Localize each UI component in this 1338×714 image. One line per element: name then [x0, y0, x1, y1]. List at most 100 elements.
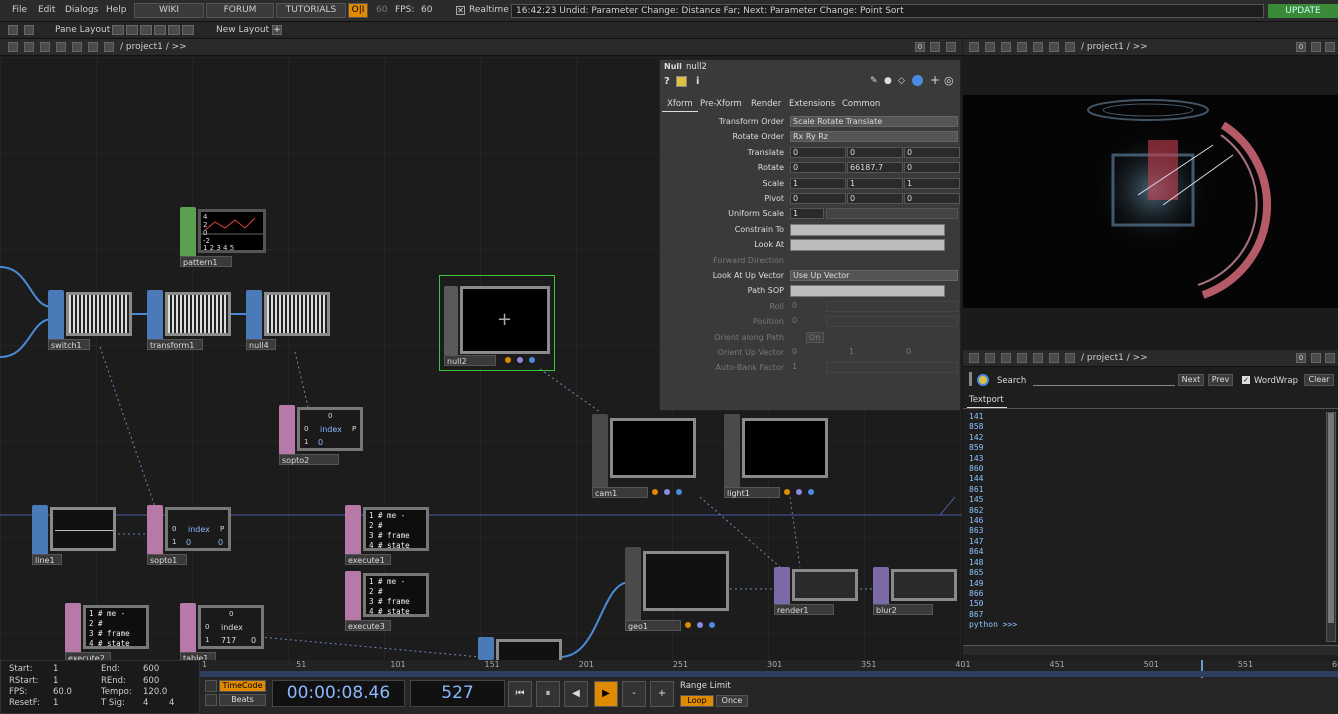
- param-field[interactable]: 1: [847, 347, 903, 358]
- tsig-b[interactable]: 4: [169, 698, 174, 708]
- layout-5-icon[interactable]: [168, 25, 180, 35]
- beats-button[interactable]: Beats: [219, 694, 266, 706]
- tab-pre-xform[interactable]: Pre-Xform: [700, 99, 742, 109]
- tsig-a[interactable]: 4: [143, 698, 148, 708]
- stop-icon[interactable]: [985, 353, 995, 363]
- node-null4[interactable]: null4: [246, 290, 332, 350]
- param-field[interactable]: 0: [790, 162, 846, 174]
- layout-3-icon[interactable]: [140, 25, 152, 35]
- param-path-field[interactable]: [790, 239, 945, 252]
- viewer-path[interactable]: / project1 / >>: [1081, 42, 1148, 52]
- clear-button[interactable]: Clear: [1304, 374, 1334, 386]
- once-button[interactable]: Once: [716, 695, 748, 707]
- split-icon[interactable]: [946, 42, 956, 52]
- param-field[interactable]: 0: [904, 162, 960, 174]
- add-icon[interactable]: [1033, 42, 1043, 52]
- layout-6-icon[interactable]: [182, 25, 194, 35]
- tab-extensions[interactable]: Extensions: [789, 99, 835, 109]
- horizontal-scrollbar[interactable]: [963, 645, 1338, 655]
- param-slider[interactable]: [826, 208, 958, 220]
- tab-textport[interactable]: Textport: [969, 395, 1004, 405]
- param-menu[interactable]: Scale Rotate Translate: [790, 116, 958, 127]
- cook-icon[interactable]: ◇: [898, 76, 905, 86]
- timecode-button[interactable]: TimeCode: [219, 680, 266, 692]
- python-icon[interactable]: [912, 75, 923, 86]
- stop-icon[interactable]: [985, 42, 995, 52]
- maximize-icon[interactable]: [930, 42, 940, 52]
- edit-icon[interactable]: ✎: [870, 76, 878, 86]
- maximize-icon[interactable]: [1311, 42, 1321, 52]
- network-path[interactable]: / project1 / >>: [120, 42, 187, 52]
- menu-file[interactable]: File: [12, 5, 27, 15]
- time-ruler[interactable]: 151101151201251301351401451501551600: [200, 660, 1338, 678]
- textport-scrollbar[interactable]: [1326, 412, 1336, 642]
- param-field[interactable]: 0: [790, 193, 846, 204]
- param-slider[interactable]: [826, 300, 958, 312]
- param-field[interactable]: 0: [790, 301, 820, 312]
- rewind-button[interactable]: ⏮: [508, 681, 532, 707]
- pane-menu-icon[interactable]: [8, 42, 18, 52]
- node-partial[interactable]: [478, 637, 564, 660]
- node-sopto1[interactable]: 0 index P 1 0 0 sopto1: [147, 505, 233, 565]
- op-name[interactable]: null2: [686, 62, 707, 72]
- forward-icon[interactable]: [1017, 353, 1027, 363]
- textport-output[interactable]: 141 858 142 859 143 860 144 861 145 862 146 863 147 8…: [969, 412, 1017, 631]
- node-execute3[interactable]: 1 # me -2 #3 # frame 4 # state execute3: [345, 571, 431, 631]
- home-icon[interactable]: [104, 42, 114, 52]
- end-value[interactable]: 600: [143, 664, 159, 674]
- split-icon[interactable]: [1325, 353, 1335, 363]
- realtime-checkbox[interactable]: ✕: [456, 6, 465, 15]
- node-execute1[interactable]: 1 # me -2 #3 # frame 4 # state execute1: [345, 505, 431, 565]
- param-toggle[interactable]: On: [806, 331, 824, 343]
- help-icon[interactable]: ?: [664, 76, 670, 87]
- forward-icon[interactable]: [1017, 42, 1027, 52]
- maximize-icon[interactable]: [1311, 353, 1321, 363]
- node-table1[interactable]: 0 0 index 1 717 0 table1: [180, 603, 266, 663]
- fps-value[interactable]: 60.0: [53, 687, 72, 697]
- add-icon[interactable]: [1033, 353, 1043, 363]
- home-icon[interactable]: [1065, 353, 1075, 363]
- back-icon[interactable]: [1001, 353, 1011, 363]
- step-back-button[interactable]: -: [622, 681, 646, 707]
- param-field[interactable]: 0: [904, 193, 960, 204]
- render-viewer[interactable]: [963, 95, 1338, 308]
- menu-edit[interactable]: Edit: [38, 5, 55, 15]
- param-field[interactable]: 0: [904, 146, 960, 158]
- stop-icon[interactable]: [24, 42, 34, 52]
- param-field[interactable]: 0: [790, 146, 846, 158]
- node-pattern1[interactable]: 4 2 0 -2 1 2 3 4 5 pattern1: [180, 207, 266, 267]
- pane-menu-icon[interactable]: [969, 42, 979, 52]
- frame-display[interactable]: 527: [410, 680, 505, 707]
- layout-2-icon[interactable]: [126, 25, 138, 35]
- forward-icon[interactable]: [56, 42, 66, 52]
- node-light1[interactable]: light1: [724, 414, 830, 498]
- add-icon[interactable]: +: [930, 73, 940, 87]
- param-slider[interactable]: [826, 316, 958, 328]
- param-field[interactable]: 1: [790, 362, 820, 373]
- split-icon[interactable]: [1325, 42, 1335, 52]
- anchor-icon[interactable]: [24, 25, 34, 35]
- param-field[interactable]: 66187.7: [847, 162, 903, 174]
- layout-4-icon[interactable]: [154, 25, 166, 35]
- node-switch1[interactable]: switch1: [48, 290, 134, 350]
- add-icon[interactable]: [72, 42, 82, 52]
- param-path-field[interactable]: [790, 223, 945, 236]
- param-path-field[interactable]: [790, 285, 945, 298]
- home-icon[interactable]: [1065, 42, 1075, 52]
- star-icon[interactable]: [88, 42, 98, 52]
- menu-dialogs[interactable]: Dialogs: [65, 5, 98, 15]
- node-blur2[interactable]: blur2: [873, 567, 959, 615]
- timecode-display[interactable]: 00:00:08.46: [272, 680, 405, 707]
- comment-icon[interactable]: ●: [884, 76, 892, 86]
- param-field[interactable]: 1: [790, 177, 846, 189]
- param-menu[interactable]: Rx Ry Rz: [790, 131, 958, 143]
- param-field[interactable]: 1: [904, 177, 960, 189]
- start-value[interactable]: 1: [53, 664, 58, 674]
- prev-button[interactable]: Prev: [1208, 374, 1233, 386]
- param-slider[interactable]: [826, 362, 958, 374]
- info-icon[interactable]: i: [696, 76, 699, 87]
- ojl-button[interactable]: O|I: [348, 3, 368, 18]
- node-render1[interactable]: render1: [774, 567, 860, 615]
- loop-button[interactable]: Loop: [680, 695, 714, 707]
- node-line1[interactable]: line1: [32, 505, 118, 565]
